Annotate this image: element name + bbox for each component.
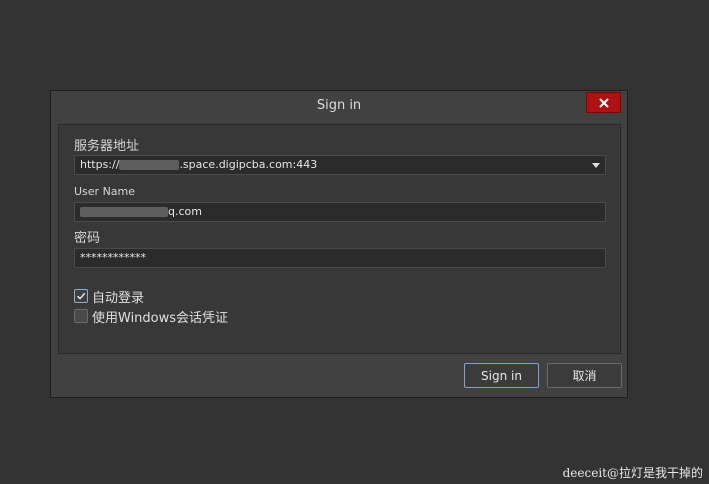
close-button[interactable] — [586, 92, 621, 113]
server-address-dropdown[interactable]: https:// .space.digipcba.com:443 — [74, 155, 606, 175]
password-field[interactable]: ************ — [74, 248, 606, 268]
username-value-suffix: q.com — [168, 205, 202, 218]
dialog-title: Sign in — [316, 98, 362, 113]
redacted-blur — [80, 207, 168, 217]
close-icon — [599, 98, 608, 107]
watermark-text: deeceit@拉灯是我干掉的 — [562, 466, 703, 480]
password-label: 密码 — [74, 231, 101, 246]
auto-login-label: 自动登录 — [92, 290, 145, 306]
username-field[interactable]: q.com — [74, 202, 606, 222]
server-value-prefix: https:// — [80, 158, 120, 171]
username-label: User Name — [74, 185, 136, 198]
windows-credential-label: 使用Windows会话凭证 — [92, 310, 229, 326]
sign-in-form-panel: 服务器地址 https:// .space.digipcba.com:443 Us… — [58, 124, 621, 354]
sign-in-button[interactable]: Sign in — [464, 363, 539, 388]
windows-credential-checkbox-row[interactable]: 使用Windows会话凭证 — [74, 307, 229, 326]
chevron-down-icon[interactable] — [592, 163, 600, 168]
auto-login-checkbox-row[interactable]: 自动登录 — [74, 287, 145, 306]
checkmark-icon — [76, 292, 86, 300]
windows-credential-checkbox[interactable] — [74, 309, 88, 323]
server-value-suffix: .space.digipcba.com:443 — [179, 158, 318, 171]
redacted-blur — [119, 160, 180, 170]
sign-in-dialog: Sign in 服务器地址 https:// .space.digipcba.co… — [50, 90, 628, 398]
auto-login-checkbox[interactable] — [74, 289, 88, 303]
cancel-button[interactable]: 取消 — [547, 363, 622, 388]
dialog-titlebar[interactable]: Sign in — [51, 91, 627, 121]
server-label: 服务器地址 — [74, 139, 140, 154]
